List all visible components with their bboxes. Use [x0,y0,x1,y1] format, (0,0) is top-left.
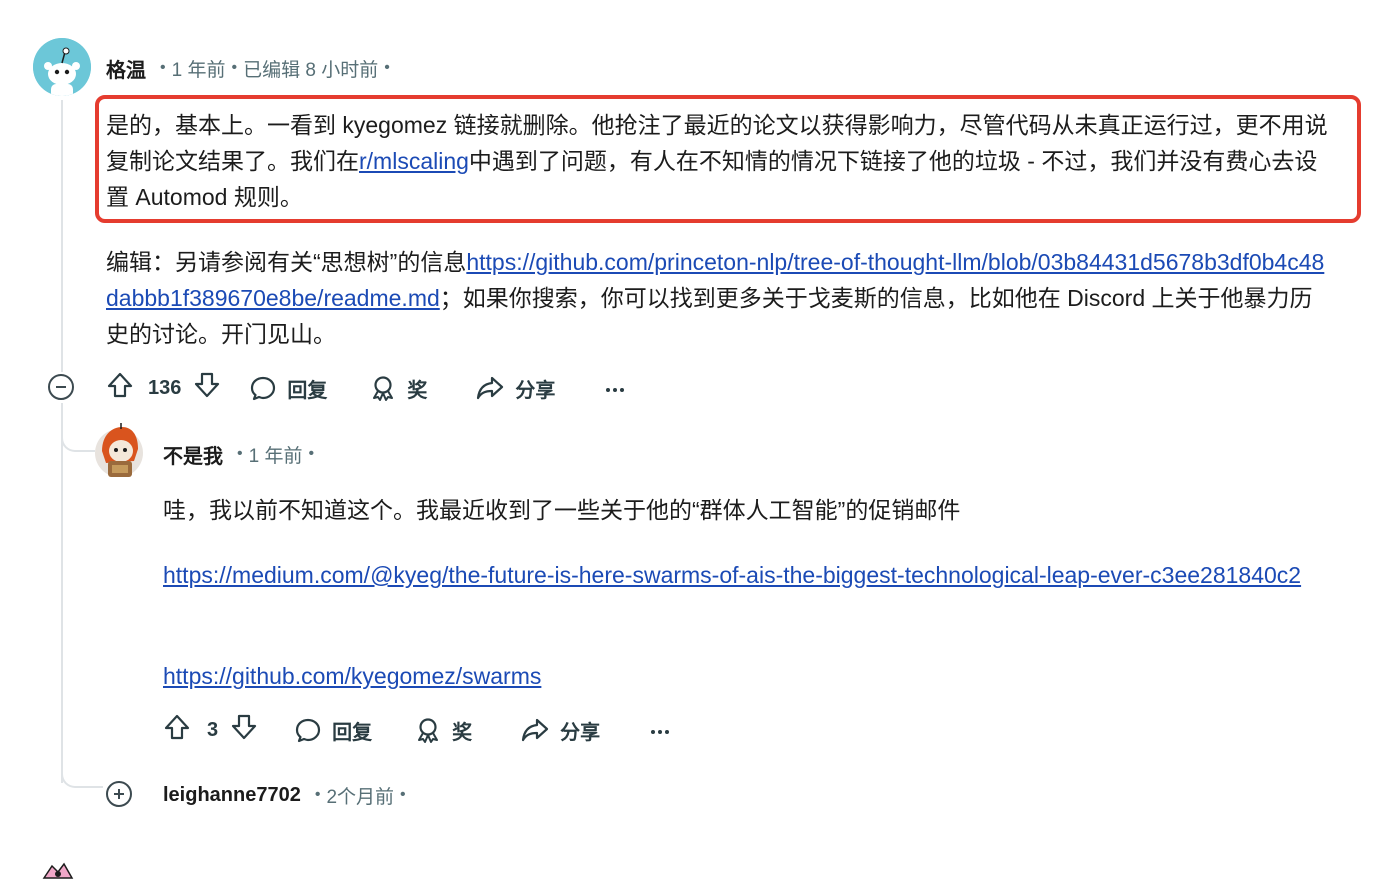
thread-branch-more [61,760,103,788]
upvote-icon[interactable] [106,371,134,405]
comment-header: 格温 • 1 年前 • 已编辑 8 小时前 • [106,54,396,82]
share-label: 分享 [560,721,601,744]
comment-body-paragraph: https://medium.com/@kyeg/the-future-is-h… [163,557,1331,593]
more-options-icon[interactable] [650,719,670,742]
timestamp[interactable]: 2个月前 [326,782,394,809]
snoo-avatar-icon [33,38,91,96]
username[interactable]: leighanne7702 [163,784,301,807]
share-button[interactable]: 分享 [475,374,555,403]
comment-bubble-icon [296,718,321,743]
snoo-avatar-icon [42,862,74,879]
comment-edit-paragraph: 编辑：另请参阅有关“思想树”的信息https://github.com/prin… [106,244,1331,352]
username[interactable]: 格温 [106,54,146,83]
vote-count: 3 [207,718,219,741]
comment-action-bar: 136 回复 奖 分享 [106,371,625,405]
upvote-icon[interactable] [163,713,191,747]
thread-line-main [61,100,63,372]
comment-body-paragraph: 哇，我以前不知道这个。我最近收到了一些关于他的“群体人工智能”的促销邮件 [163,492,1343,528]
award-icon [418,718,439,743]
award-label: 奖 [452,721,473,744]
comment-header: leighanne7702 • 2个月前 • [163,781,412,809]
comment-bubble-icon [251,376,276,401]
thread-line-lower [61,403,63,783]
separator-dot: • [314,786,321,803]
share-button[interactable]: 分享 [520,716,600,745]
avatar[interactable] [33,38,91,96]
reply-button[interactable]: 回复 [294,716,372,745]
timestamp[interactable]: 1 年前 [172,55,226,82]
downvote-icon[interactable] [230,713,258,747]
github-swarms-link[interactable]: https://github.com/kyegomez/swarms [163,663,541,689]
snoo-avatar-icon [95,423,143,477]
separator-dot: • [231,59,238,76]
comment-body-paragraph: https://github.com/kyegomez/swarms [163,658,1331,694]
separator-dot: • [400,786,406,803]
minus-icon [56,386,66,388]
award-button[interactable]: 奖 [414,716,472,745]
separator-dot: • [384,59,390,76]
collapse-button[interactable] [48,374,74,400]
award-icon [373,376,394,401]
more-options-icon[interactable] [605,377,625,400]
timestamp[interactable]: 1 年前 [249,441,303,468]
share-icon [522,718,549,742]
edited-label: 已编辑 8 小时前 [243,59,379,81]
reply-button[interactable]: 回复 [249,374,327,403]
expand-button[interactable] [106,781,132,807]
vote-count: 136 [148,376,182,399]
comment-body-paragraph: 是的，基本上。一看到 kyegomez 链接就删除。他抢注了最近的论文以获得影响… [106,107,1336,215]
thread-branch-reply [61,420,95,452]
comment-header: 不是我 • 1 年前 • [163,440,320,468]
comment-action-bar: 3 回复 奖 分享 [163,713,670,747]
share-icon [477,376,504,400]
comment-text: 编辑：另请参阅有关“思想树”的信息 [106,249,467,275]
downvote-icon[interactable] [193,371,221,405]
award-label: 奖 [407,379,428,402]
subreddit-link[interactable]: r/mlscaling [359,148,469,174]
plus-icon [114,789,124,799]
separator-dot: • [308,445,315,462]
reply-label: 回复 [287,379,328,402]
avatar[interactable] [94,421,144,479]
avatar[interactable] [38,858,78,888]
share-label: 分享 [515,379,556,402]
comment-text: 哇，我以前不知道这个。我最近收到了一些关于他的“群体人工智能”的促销邮件 [163,497,961,523]
username[interactable]: 不是我 [163,440,223,469]
medium-link[interactable]: https://medium.com/@kyeg/the-future-is-h… [163,562,1301,588]
reply-label: 回复 [332,721,373,744]
separator-dot: • [237,445,243,462]
separator-dot: • [160,59,166,76]
award-button[interactable]: 奖 [369,374,427,403]
